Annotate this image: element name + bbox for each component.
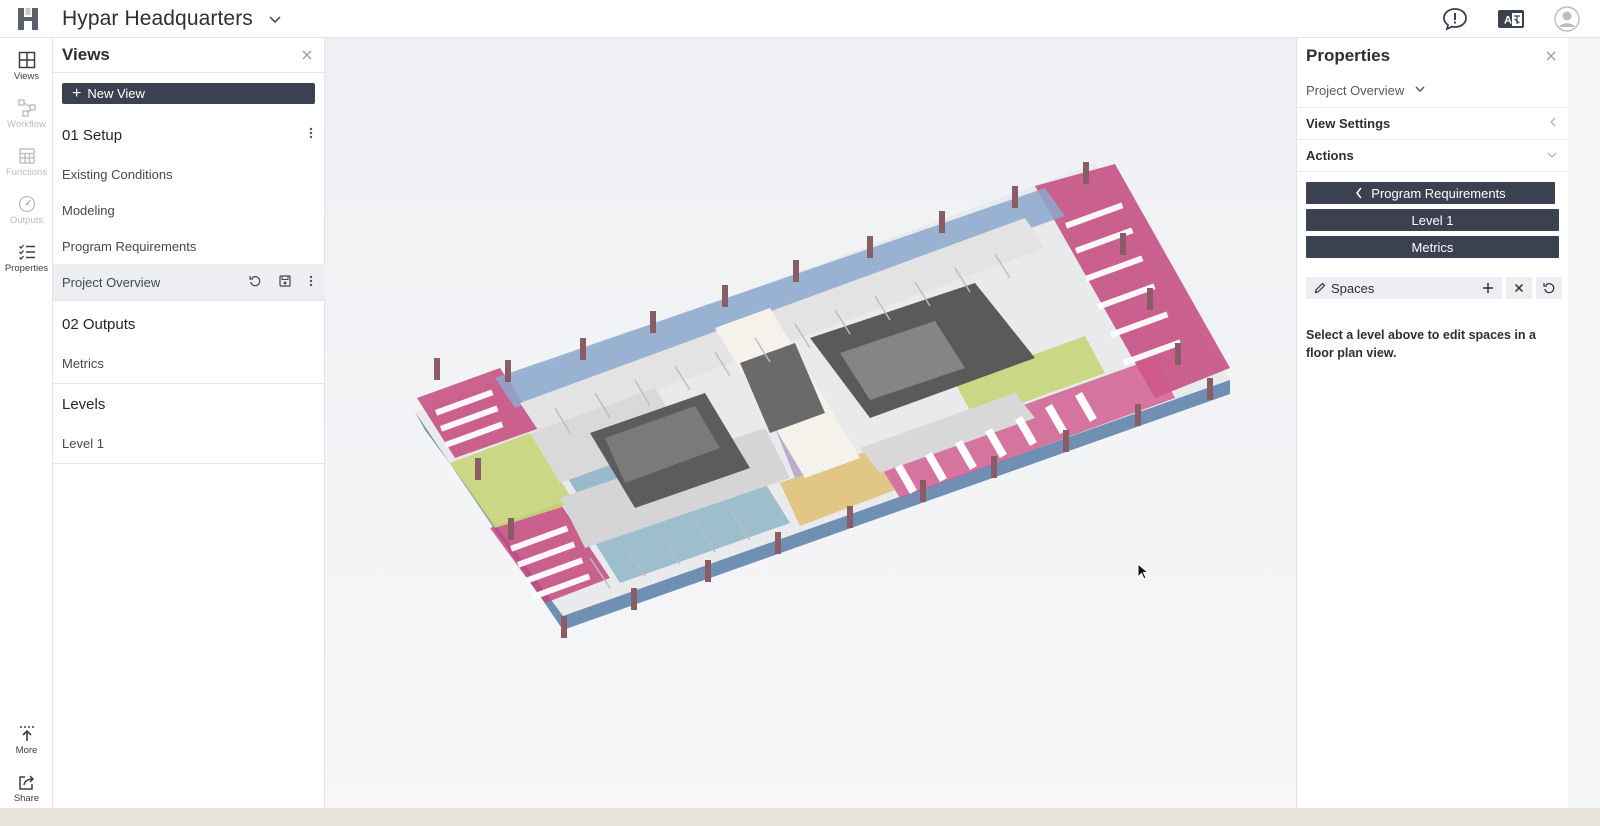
rail-item-label: Properties xyxy=(4,262,49,274)
group-title: 01 Setup xyxy=(62,126,123,144)
rail-item-properties[interactable]: Properties xyxy=(0,234,53,282)
rail-item-label: Workflow xyxy=(7,118,46,130)
more-vertical-icon[interactable] xyxy=(309,275,313,290)
spaces-hint-text: Select a level above to edit spaces in a… xyxy=(1306,328,1536,360)
workflow-icon xyxy=(17,98,36,117)
window-edge xyxy=(1568,38,1600,826)
translate-icon[interactable]: A xyxy=(1496,4,1526,34)
view-item-level-1[interactable]: Level 1 xyxy=(53,425,325,461)
rail-item-outputs[interactable]: Outputs xyxy=(0,186,53,234)
plus-icon[interactable] xyxy=(1482,282,1494,294)
checklist-icon xyxy=(18,244,35,260)
rail-item-workflow[interactable]: Workflow xyxy=(0,90,53,138)
feedback-icon[interactable] xyxy=(1440,4,1470,34)
close-icon xyxy=(1514,283,1524,293)
rail-item-label: Functions xyxy=(5,166,48,178)
chevron-down-icon xyxy=(1414,83,1426,98)
rail-item-label: Outputs xyxy=(9,214,44,226)
arrow-up-icon xyxy=(19,725,34,741)
level-1-button[interactable]: Level 1 xyxy=(1306,209,1559,231)
chevron-down-icon xyxy=(1546,148,1558,163)
rail-item-label: Views xyxy=(13,70,40,82)
group-title: Levels xyxy=(62,395,106,413)
rail-item-share[interactable]: Share xyxy=(0,764,53,812)
view-item-existing-conditions[interactable]: Existing Conditions xyxy=(53,156,325,192)
rail-item-views[interactable]: Views xyxy=(0,42,53,90)
properties-panel: Properties Project Overview View Setting… xyxy=(1296,38,1568,826)
actions-section[interactable]: Actions xyxy=(1297,140,1568,172)
window-bottom-edge xyxy=(0,808,1600,826)
share-icon xyxy=(18,774,34,790)
views-panel-title: Views xyxy=(62,45,110,64)
rail-item-label: Share xyxy=(13,792,40,804)
clear-spaces-button[interactable] xyxy=(1506,277,1532,299)
button-label: Program Requirements xyxy=(1371,185,1506,201)
pencil-icon xyxy=(1314,282,1326,294)
revert-icon xyxy=(1543,283,1555,294)
view-group-levels: Levels Level 1 xyxy=(53,387,325,464)
view-group-outputs: 02 Outputs Metrics xyxy=(53,307,325,384)
view-group-setup: 01 Setup Existing Conditions Modeling Pr… xyxy=(53,118,325,301)
view-item-program-requirements[interactable]: Program Requirements xyxy=(53,228,325,264)
gauge-icon xyxy=(18,195,35,212)
section-label: View Settings xyxy=(1306,116,1391,131)
functions-icon xyxy=(18,147,35,164)
views-panel: Views + New View 01 Setup Existing Condi… xyxy=(53,38,325,826)
view-settings-section[interactable]: View Settings xyxy=(1297,108,1568,140)
view-item-modeling[interactable]: Modeling xyxy=(53,192,325,228)
chevron-left-icon xyxy=(1548,116,1558,131)
group-title: 02 Outputs xyxy=(62,315,136,333)
button-label: Metrics xyxy=(1411,239,1454,255)
hypar-logo-icon[interactable] xyxy=(10,1,46,37)
save-icon[interactable] xyxy=(279,274,291,290)
new-view-label: New View xyxy=(87,86,145,101)
selected-view-label: Project Overview xyxy=(1306,83,1405,98)
button-label: Level 1 xyxy=(1411,212,1454,228)
left-rail: Views Workflow Functions Outputs Propert… xyxy=(0,38,53,826)
more-vertical-icon[interactable] xyxy=(309,126,313,144)
program-requirements-button[interactable]: Program Requirements xyxy=(1306,182,1555,204)
close-icon[interactable] xyxy=(1544,49,1558,63)
section-label: Actions xyxy=(1306,148,1354,163)
properties-panel-title: Properties xyxy=(1306,46,1391,65)
rail-item-label: More xyxy=(15,744,38,756)
top-bar: Hypar Headquarters A xyxy=(0,0,1600,38)
metrics-button[interactable]: Metrics xyxy=(1306,236,1559,258)
chevron-left-icon xyxy=(1355,187,1363,199)
project-title[interactable]: Hypar Headquarters xyxy=(62,7,253,31)
view-item-metrics[interactable]: Metrics xyxy=(53,345,325,381)
view-item-project-overview[interactable]: Project Overview xyxy=(53,264,325,300)
new-view-button[interactable]: + New View xyxy=(62,83,315,104)
rail-item-more[interactable]: More xyxy=(0,716,53,764)
mouse-cursor-icon xyxy=(1137,563,1150,580)
chevron-down-icon[interactable] xyxy=(267,11,283,27)
close-icon[interactable] xyxy=(300,48,314,62)
3d-viewport[interactable] xyxy=(325,38,1296,826)
grid-icon xyxy=(18,51,35,68)
spaces-edit-button[interactable]: Spaces xyxy=(1306,277,1502,299)
user-avatar-icon[interactable] xyxy=(1552,4,1582,34)
floor-plan-model[interactable] xyxy=(325,38,1296,826)
svg-text:A: A xyxy=(1504,15,1512,27)
plus-icon: + xyxy=(72,84,82,102)
view-item-label: Project Overview xyxy=(62,274,161,290)
rail-item-functions[interactable]: Functions xyxy=(0,138,53,186)
reset-spaces-button[interactable] xyxy=(1536,277,1562,299)
revert-icon[interactable] xyxy=(249,275,261,290)
view-selector-dropdown[interactable]: Project Overview xyxy=(1297,74,1568,108)
spaces-label: Spaces xyxy=(1331,280,1375,296)
spaces-toolbar: Spaces xyxy=(1306,277,1562,299)
